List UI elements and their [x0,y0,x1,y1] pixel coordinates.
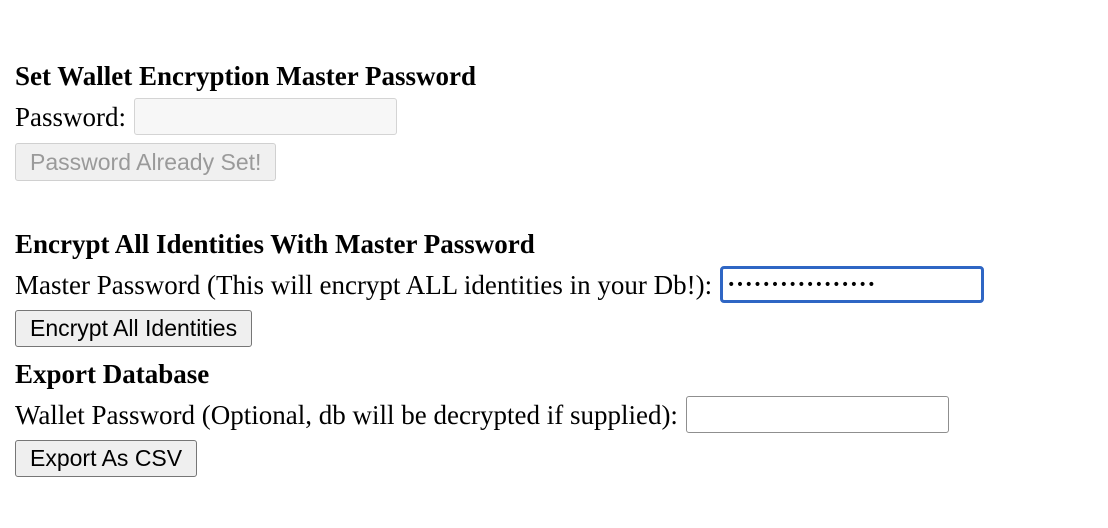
export-db-section: Export Database Wallet Password (Optiona… [15,358,949,477]
master-password-label: Master Password (This will encrypt ALL i… [15,269,713,300]
password-label: Password: [15,101,127,132]
encrypt-all-heading: Encrypt All Identities With Master Passw… [15,229,535,259]
encrypt-all-identities-button[interactable]: Encrypt All Identities [15,310,253,347]
set-password-heading: Set Wallet Encryption Master Password [15,61,476,91]
encrypt-button-row: Encrypt All Identities [15,310,984,347]
export-button-row: Export As CSV [15,440,949,477]
set-password-button-row: Password Already Set! [15,143,476,181]
wallet-password-label: Wallet Password (Optional, db will be de… [15,399,678,430]
export-as-csv-button[interactable]: Export As CSV [15,440,198,477]
password-input[interactable] [134,98,398,135]
wallet-password-input[interactable] [685,396,949,433]
password-row: Password: [15,98,476,135]
master-password-input[interactable] [720,266,985,303]
encrypt-all-section: Encrypt All Identities With Master Passw… [15,228,985,347]
export-db-heading: Export Database [15,359,210,389]
master-password-row: Master Password (This will encrypt ALL i… [15,266,985,303]
wallet-password-row: Wallet Password (Optional, db will be de… [15,396,949,433]
password-already-set-button[interactable]: Password Already Set! [15,143,277,181]
set-password-section: Set Wallet Encryption Master Password Pa… [15,60,476,181]
